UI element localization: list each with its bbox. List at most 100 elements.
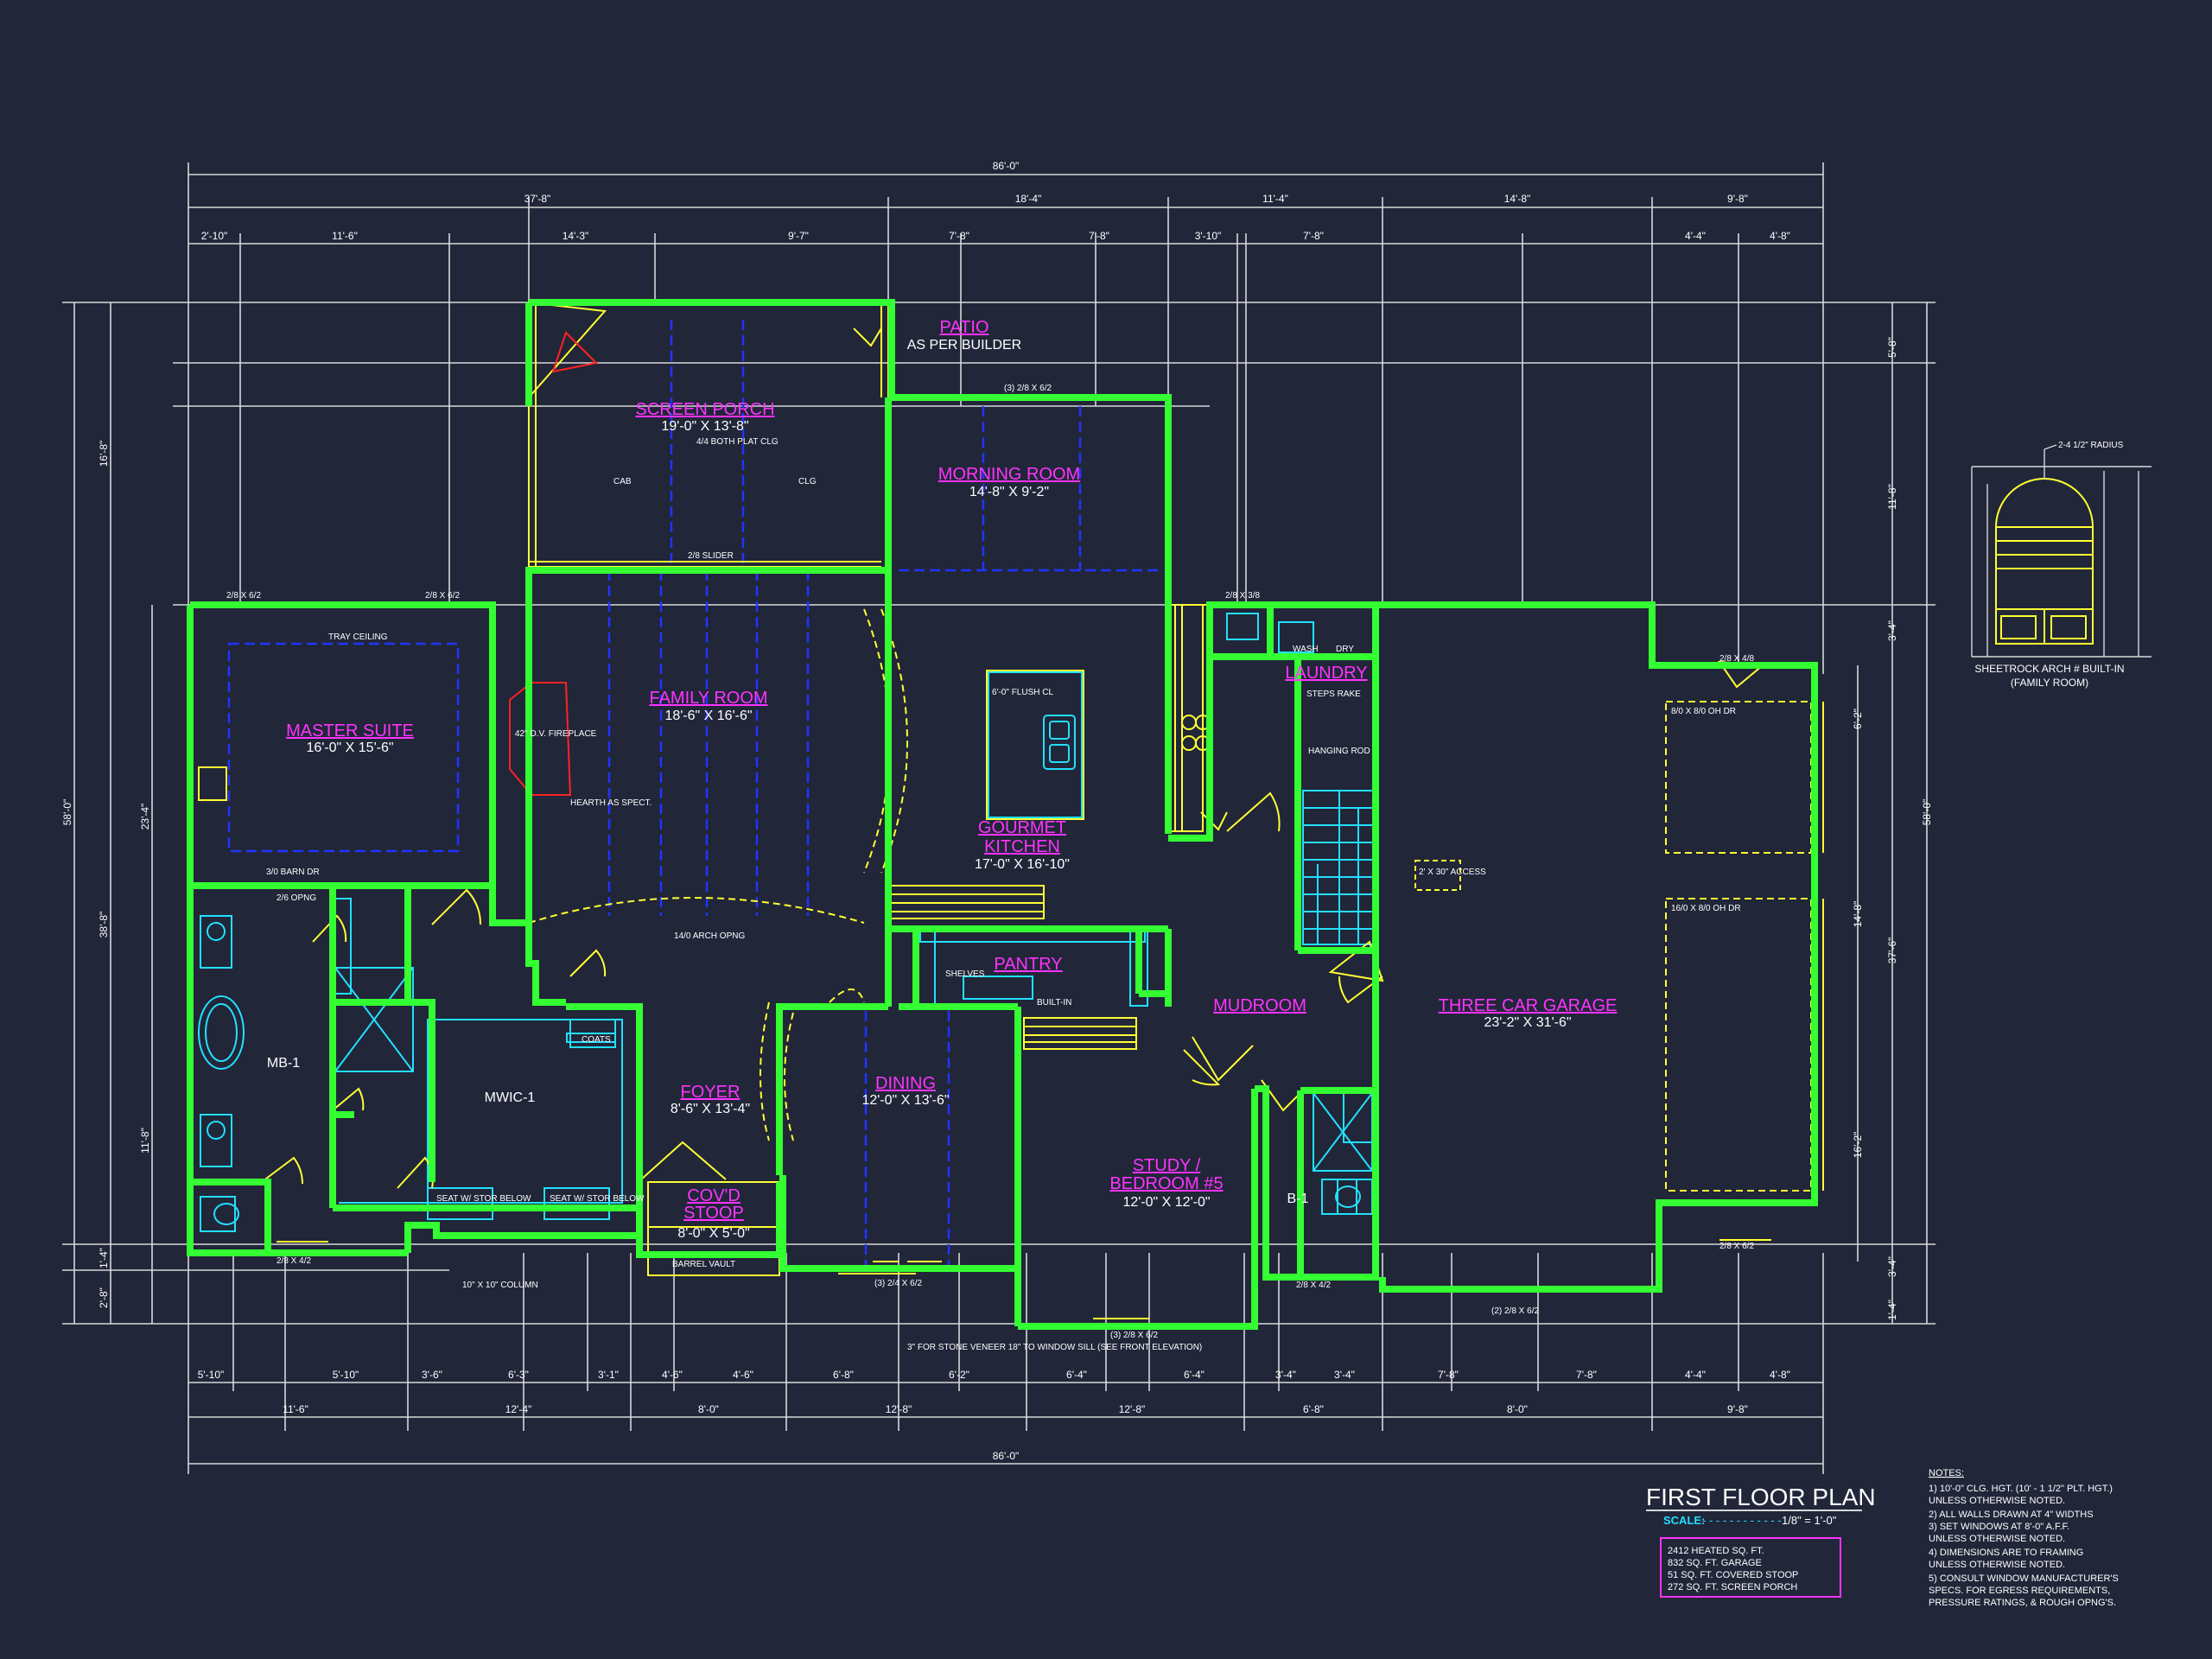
left-dim: 2'-8" <box>98 1287 110 1308</box>
inset-caption-line-2: (FAMILY ROOM) <box>2011 677 2088 689</box>
bottom-dim: 6'-3" <box>508 1369 529 1381</box>
note-seat-1: SEAT W/ STOR BELOW <box>436 1194 531 1204</box>
left-dim: 16'-8" <box>98 441 110 467</box>
note-coats: COATS <box>582 1035 611 1045</box>
right-dim: 37'-6" <box>1886 938 1898 964</box>
right-dim: 1'-4" <box>1886 1300 1898 1320</box>
right-dim: 6'-2" <box>1852 709 1864 729</box>
note-line: 3) SET WINDOWS AT 8'-0" A.F.F. <box>1929 1522 2069 1532</box>
note-column: 10" X 10" COLUMN <box>462 1281 538 1290</box>
top-dim: 11'-4" <box>1262 193 1288 205</box>
screen-porch-size: 19'-0" X 13'-8" <box>661 419 748 434</box>
bottom-dim: 4'-6" <box>733 1369 753 1381</box>
left-dim: 1'-4" <box>98 1248 110 1268</box>
bottom-dim: 6'-8" <box>833 1369 854 1381</box>
room-label-garage: THREE CAR GARAGE <box>1439 996 1618 1015</box>
note-line: PRESSURE RATINGS, & ROUGH OPNG'S. <box>1929 1598 2116 1608</box>
scale-label: SCALE: <box>1663 1514 1705 1527</box>
room-label-mudroom: MUDROOM <box>1213 996 1306 1015</box>
patio-note: AS PER BUILDER <box>907 338 1021 353</box>
note-steps-rake: STEPS RAKE <box>1306 690 1361 699</box>
notes-heading: NOTES: <box>1929 1468 1964 1478</box>
morning-room-size: 14'-8" X 9'-2" <box>969 485 1049 499</box>
window-label: 2/8 X 6/2 <box>226 591 261 601</box>
dining-size: 12'-0" X 13'-6" <box>861 1093 949 1108</box>
room-label-dining: DINING <box>875 1074 936 1093</box>
note-dry: DRY <box>1336 645 1354 654</box>
top-dim: 2'-10" <box>201 230 228 242</box>
bottom-dim: 7'-8" <box>1438 1369 1459 1381</box>
space-mwic1: MWIC-1 <box>485 1090 536 1105</box>
window-label: 2/8 X 3/8 <box>1225 591 1260 601</box>
note-attic-access: 2' X 30" ACCESS <box>1419 868 1486 877</box>
window-label: 2/8 X 4/2 <box>276 1256 311 1266</box>
top-dim: 37'-8" <box>524 193 551 205</box>
top-dim: 7'-8" <box>1303 230 1324 242</box>
note-seat-2: SEAT W/ STOR BELOW <box>550 1194 645 1204</box>
room-label-study: STUDY / <box>1133 1156 1201 1175</box>
note-line: UNLESS OTHERWISE NOTED. <box>1929 1534 2065 1544</box>
left-dim: 58'-0" <box>61 799 73 826</box>
top-dim: 9'-8" <box>1727 193 1748 205</box>
bottom-dim: 6'-4" <box>1184 1369 1205 1381</box>
area-stoop: 51 SQ. FT. COVERED STOOP <box>1668 1570 1798 1580</box>
note-line: UNLESS OTHERWISE NOTED. <box>1929 1560 2065 1570</box>
bottom-dim: 3'-1" <box>598 1369 619 1381</box>
space-mb1: MB-1 <box>267 1056 300 1071</box>
note-line: SPECS. FOR EGRESS REQUIREMENTS, <box>1929 1586 2110 1596</box>
room-label-morning-room: MORNING ROOM <box>938 465 1080 484</box>
top-dim: 7'-8" <box>1089 230 1109 242</box>
foyer-size: 8'-6" X 13'-4" <box>671 1102 750 1116</box>
scale-dashes: - - - - - - - - - - - - <box>1702 1514 1782 1527</box>
study-size: 12'-0" X 12'-0" <box>1122 1195 1210 1210</box>
note-plate-ceiling: 4/4 BOTH PLAT CLG <box>696 437 779 447</box>
master-suite-size: 16'-0" X 15'-6" <box>306 741 393 755</box>
bottom-overall-dim: 86'-0" <box>993 1450 1020 1462</box>
right-dim: 11'-8" <box>1886 484 1898 510</box>
bottom-dim: 3'-6" <box>422 1369 442 1381</box>
bottom-dim: 8'-0" <box>1507 1403 1528 1415</box>
top-dim: 4'-4" <box>1685 230 1706 242</box>
floor-plan: PATIO SCREEN PORCH MORNING ROOM MASTER S… <box>0 0 2212 1659</box>
room-label-kitchen: KITCHEN <box>984 837 1060 856</box>
note-fireplace: 42" D.V. FIREPLACE <box>515 729 597 739</box>
right-dim: 16'-2" <box>1852 1132 1864 1159</box>
note-arch-radius: 2-4 1/2" RADIUS <box>2058 441 2124 450</box>
bottom-dim: 12'-8" <box>886 1403 912 1415</box>
bottom-dim: 5'-10" <box>198 1369 225 1381</box>
room-label-stoop: COV'D <box>687 1186 741 1205</box>
note-flush-ceiling: 6'-0" FLUSH CL <box>992 688 1053 697</box>
bottom-dim: 6'-8" <box>1303 1403 1324 1415</box>
window-label: 2/8 X 6/2 <box>425 591 460 601</box>
bottom-dim: 8'-0" <box>698 1403 719 1415</box>
top-dim: 14'-8" <box>1504 193 1531 205</box>
top-dim: 3'-10" <box>1195 230 1222 242</box>
window-label: 2/8 X 4/2 <box>1296 1281 1331 1290</box>
bottom-dim: 4'-8" <box>1770 1369 1790 1381</box>
note-garage-door-1: 8/0 X 8/0 OH DR <box>1671 707 1736 716</box>
room-label-gourmet: GOURMET <box>978 818 1066 837</box>
note-line: 1) 10'-0" CLG. HGT. (10' - 1 1/2" PLT. H… <box>1929 1484 2113 1494</box>
note-line: 4) DIMENSIONS ARE TO FRAMING <box>1929 1548 2083 1558</box>
right-dim: 5'-8" <box>1886 337 1898 358</box>
bottom-dim: 12'-4" <box>505 1403 532 1415</box>
bottom-dim: 4'-6" <box>662 1369 683 1381</box>
drawing-title: FIRST FLOOR PLAN <box>1646 1484 1876 1510</box>
top-dim: 18'-4" <box>1015 193 1042 205</box>
note-slider: 2/8 SLIDER <box>688 551 734 561</box>
inset-caption-line-1: SHEETROCK ARCH # BUILT-IN <box>1974 663 2124 675</box>
room-label-study-2: BEDROOM #5 <box>1109 1174 1223 1193</box>
top-dim: 11'-6" <box>332 230 358 242</box>
window-label: (3) 2/8 X 6/2 <box>1110 1331 1158 1340</box>
top-overall-dim: 86'-0" <box>993 160 1020 172</box>
top-dim: 4'-8" <box>1770 230 1790 242</box>
room-label-screen-porch: SCREEN PORCH <box>635 400 774 419</box>
note-arch-opening: 14/0 ARCH OPNG <box>674 931 745 941</box>
bottom-dim: 6'-2" <box>949 1369 969 1381</box>
window-label: 2/8 X 4/8 <box>1719 654 1754 664</box>
note-cab: CAB <box>613 477 632 486</box>
window-label: (3) 2/8 X 6/2 <box>1004 384 1052 393</box>
bottom-dim: 9'-8" <box>1727 1403 1748 1415</box>
bottom-dim: 4'-4" <box>1685 1369 1706 1381</box>
note-built-in: BUILT-IN <box>1037 998 1071 1007</box>
